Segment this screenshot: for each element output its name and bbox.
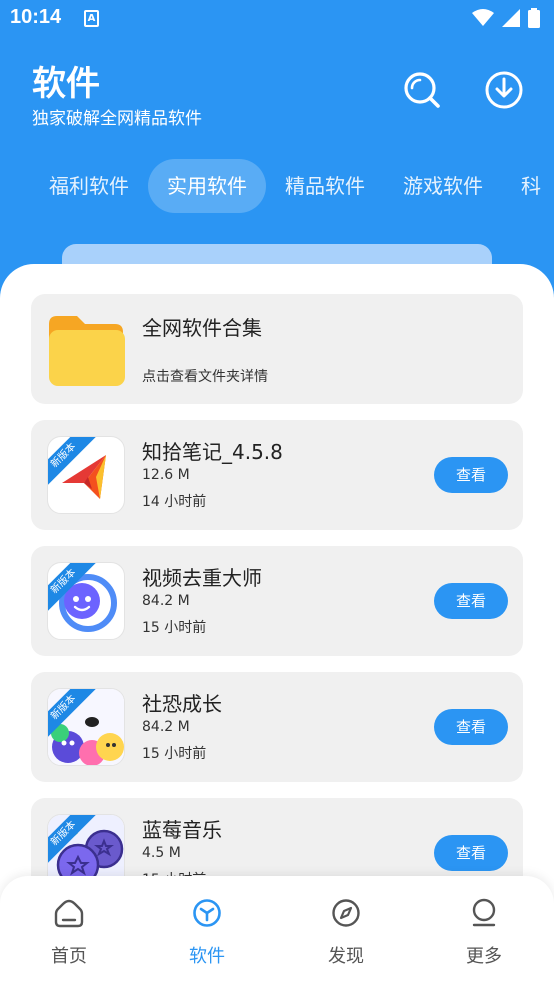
tab-game-software[interactable]: 游戏软件 [384,159,502,213]
folder-title: 全网软件合集 [142,316,262,340]
app-name: 社恐成长 [142,692,222,716]
wifi-icon [472,9,494,26]
nav-home-label: 首页 [51,946,87,967]
app-name: 知拾笔记_4.5.8 [142,440,283,464]
view-button[interactable]: 查看 [434,835,508,871]
app-size: 12.6 M [142,467,190,483]
page-title: 软件 [32,64,100,104]
signal-icon [502,9,520,27]
folder-subtitle: 点击查看文件夹详情 [142,369,268,385]
notification-icon: A [84,10,99,27]
app-size: 4.5 M [142,845,181,861]
tab-more-partial[interactable]: 科 [502,159,554,213]
tab-premium-software[interactable]: 精品软件 [266,159,384,213]
battery-icon [528,8,540,28]
app-size: 84.2 M [142,719,190,735]
app-card[interactable]: 新版本 视频去重大师 84.2 M 15 小时前 查看 [31,546,523,656]
tab-utility-software[interactable]: 实用软件 [148,159,266,213]
nav-home[interactable]: 首页 [19,898,119,978]
nav-software[interactable]: 软件 [157,898,257,978]
user-icon [472,898,496,927]
category-tabs: 福利软件 实用软件 精品软件 游戏软件 科 [30,158,554,214]
nav-software-label: 软件 [189,946,225,967]
app-icon: 新版本 [47,688,125,766]
app-card[interactable]: 新版本 社恐成长 84.2 M 15 小时前 查看 [31,672,523,782]
app-name: 蓝莓音乐 [142,818,222,842]
app-time: 15 小时前 [142,746,207,762]
compass-icon [332,899,360,927]
view-button[interactable]: 查看 [434,457,508,493]
bottom-nav: 首页 软件 发现 更多 [0,876,554,984]
home-icon [54,899,84,928]
tab-welfare-software[interactable]: 福利软件 [30,159,148,213]
search-icon [404,72,440,108]
app-time: 14 小时前 [142,494,207,510]
app-icon: 新版本 [47,562,125,640]
view-button[interactable]: 查看 [434,583,508,619]
nav-more-label: 更多 [466,946,502,967]
app-name: 视频去重大师 [142,566,262,590]
search-button[interactable] [402,70,442,110]
nav-discover[interactable]: 发现 [296,898,396,978]
status-icons [472,8,540,28]
folder-card[interactable]: 全网软件合集 点击查看文件夹详情 [31,294,523,404]
app-size: 84.2 M [142,593,190,609]
nav-more[interactable]: 更多 [434,898,534,978]
app-time: 15 小时前 [142,620,207,636]
folder-icon [49,316,125,386]
status-bar: 10:14 A [0,0,554,38]
page-subtitle: 独家破解全网精品软件 [32,109,202,129]
view-button[interactable]: 查看 [434,709,508,745]
app-card[interactable]: 新版本 知拾笔记_4.5.8 12.6 M 14 小时前 查看 [31,420,523,530]
cube-icon [193,899,221,927]
nav-discover-label: 发现 [328,946,364,967]
download-icon [485,71,523,109]
download-button[interactable] [484,70,524,110]
status-time: 10:14 [10,6,62,28]
app-icon: 新版本 [47,436,125,514]
